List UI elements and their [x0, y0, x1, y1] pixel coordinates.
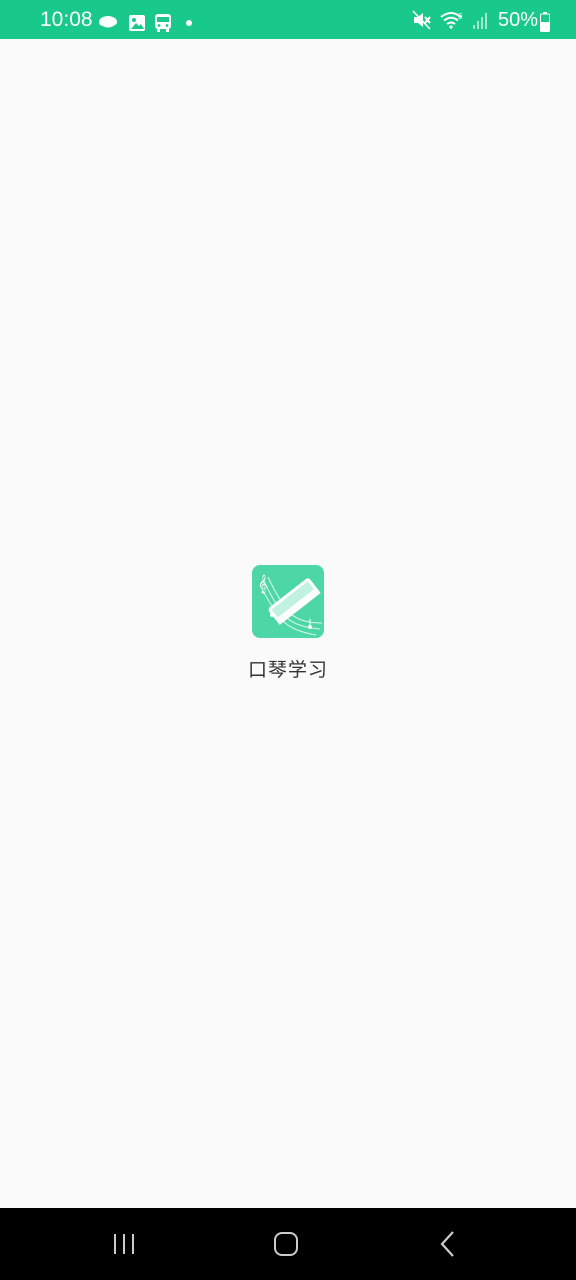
back-button[interactable] [428, 1226, 468, 1262]
image-icon [128, 14, 146, 32]
status-system-icons: 6 50% [412, 8, 538, 32]
bus-icon [154, 13, 172, 33]
wifi-icon: 6 [440, 10, 464, 30]
svg-text:6: 6 [458, 12, 463, 21]
splash-screen: 10:08 6 50% 𝄞 口琴学习 [0, 0, 576, 1280]
recents-icon [114, 1234, 134, 1254]
signal-icon [472, 10, 490, 30]
harmonica-icon: 𝄞 [252, 565, 324, 638]
status-notification-icons [98, 12, 194, 34]
home-button[interactable] [266, 1226, 306, 1262]
back-icon [440, 1231, 454, 1257]
battery-icon [540, 12, 550, 32]
navigation-bar [0, 1208, 576, 1280]
mute-icon [412, 10, 432, 30]
recents-button[interactable] [104, 1226, 144, 1262]
status-bar: 10:08 6 50% [0, 0, 576, 39]
status-time: 10:08 [40, 8, 93, 31]
svg-text:𝄞: 𝄞 [258, 574, 267, 594]
weather-icon [98, 14, 120, 32]
home-icon [274, 1232, 298, 1256]
dot-icon [180, 18, 194, 28]
battery-percent: 50% [497, 9, 538, 31]
app-name: 口琴学习 [247, 659, 328, 681]
